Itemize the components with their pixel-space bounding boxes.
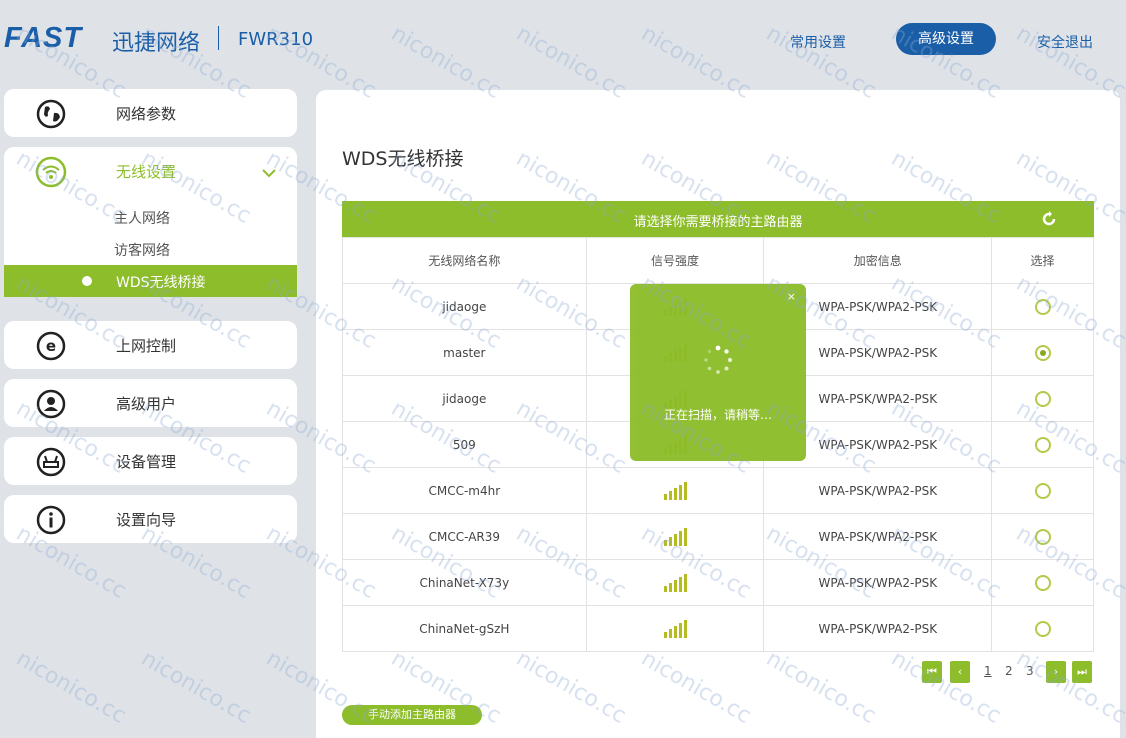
sidebar-item-label: 设置向导 [116, 511, 177, 529]
loading-dialog: × 正在扫描，请稍等… [630, 284, 806, 461]
page-title: WDS无线桥接 [342, 148, 464, 170]
router-icon [34, 445, 68, 479]
signal-cell [585, 559, 765, 606]
chevron-down-icon[interactable] [262, 163, 276, 182]
close-icon[interactable]: × [787, 290, 796, 303]
watermark-text: niconico.cc [136, 646, 256, 729]
select-cell [991, 467, 1094, 514]
select-radio[interactable] [1034, 298, 1051, 315]
ssid-cell: master [342, 329, 587, 376]
signal-strength-icon [663, 527, 687, 546]
select-radio[interactable] [1034, 528, 1051, 545]
sidebar-item-setup-wizard[interactable]: 设置向导 [4, 495, 297, 543]
encryption-cell: WPA-PSK/WPA2-PSK [763, 513, 993, 560]
last-page-button[interactable]: ⏭ [1072, 661, 1092, 683]
sidebar-item-network-params[interactable]: 网络参数 [4, 89, 297, 137]
ssid-cell: jidaoge [342, 283, 587, 330]
ssid-cell: ChinaNet-X73y [342, 559, 587, 606]
next-page-button[interactable]: › [1046, 661, 1066, 683]
brand-divider [218, 26, 219, 50]
select-radio[interactable] [1034, 620, 1051, 637]
ssid-cell: ChinaNet-gSzH [342, 605, 587, 652]
active-dot-icon [82, 276, 92, 286]
table-row[interactable]: CMCC-m4hr WPA-PSK/WPA2-PSK [342, 467, 1094, 514]
user-icon [34, 387, 68, 421]
sidebar-item-label: 高级用户 [116, 395, 177, 413]
sidebar-item-advanced-user[interactable]: 高级用户 [4, 379, 297, 427]
scan-prompt-bar: 请选择你需要桥接的主路由器 [342, 201, 1094, 237]
sidebar-item-label: 上网控制 [116, 337, 177, 355]
header-signal: 信号强度 [585, 237, 765, 284]
signal-strength-icon [663, 573, 687, 592]
sidebar-item-label: 设备管理 [116, 453, 177, 471]
manual-add-router-button[interactable]: 手动添加主路由器 [342, 705, 482, 725]
signal-strength-icon [663, 481, 687, 500]
select-cell [991, 329, 1094, 376]
nav-logout[interactable]: 安全退出 [1037, 32, 1093, 52]
encryption-cell: WPA-PSK/WPA2-PSK [763, 467, 993, 514]
loading-text: 正在扫描，请稍等… [663, 408, 772, 422]
watermark-text: niconico.cc [11, 646, 131, 729]
header-select: 选择 [991, 237, 1094, 284]
brand-name: 迅捷网络 [112, 31, 201, 56]
select-radio[interactable] [1034, 436, 1051, 453]
select-radio[interactable] [1034, 344, 1051, 361]
select-cell [991, 559, 1094, 606]
info-icon [34, 503, 68, 537]
select-cell [991, 375, 1094, 422]
sidebar-item-label: 网络参数 [116, 105, 177, 123]
spinner-icon [702, 344, 734, 380]
sidebar-item-label: 无线设置 [116, 163, 177, 181]
signal-cell [585, 467, 765, 514]
first-page-button[interactable]: ⏮ [922, 661, 942, 683]
ssid-cell: 509 [342, 421, 587, 468]
select-cell [991, 283, 1094, 330]
sidebar-item-internet-control[interactable]: e 上网控制 [4, 321, 297, 369]
sidebar-subitem-label: WDS无线桥接 [116, 275, 206, 291]
sidebar-subitem-wds[interactable]: WDS无线桥接 [4, 265, 297, 297]
ssid-cell: jidaoge [342, 375, 587, 422]
table-header-row: 无线网络名称 信号强度 加密信息 选择 [342, 237, 1094, 284]
model-name: FWR310 [238, 29, 314, 50]
encryption-cell: WPA-PSK/WPA2-PSK [763, 605, 993, 652]
table-row[interactable]: CMCC-AR39 WPA-PSK/WPA2-PSK [342, 513, 1094, 560]
select-radio[interactable] [1034, 390, 1051, 407]
select-cell [991, 421, 1094, 468]
sidebar-subitem-main-network[interactable]: 主人网络 [114, 208, 170, 228]
page-link-2[interactable]: 2 [1005, 664, 1013, 678]
prev-page-button[interactable]: ‹ [950, 661, 970, 683]
header-ssid: 无线网络名称 [342, 237, 587, 284]
scan-prompt-text: 请选择你需要桥接的主路由器 [633, 215, 803, 230]
wifi-icon [34, 155, 68, 189]
top-header: FAST 迅捷网络 FWR310 常用设置 高级设置 安全退出 [0, 0, 1126, 80]
sidebar-subitem-guest-network[interactable]: 访客网络 [114, 240, 170, 260]
table-row[interactable]: ChinaNet-gSzH WPA-PSK/WPA2-PSK [342, 605, 1094, 652]
ssid-cell: CMCC-m4hr [342, 467, 587, 514]
ssid-cell: CMCC-AR39 [342, 513, 587, 560]
signal-cell [585, 605, 765, 652]
table-row[interactable]: ChinaNet-X73y WPA-PSK/WPA2-PSK [342, 559, 1094, 606]
brand-logo: FAST [4, 22, 83, 54]
select-radio[interactable] [1034, 574, 1051, 591]
svg-text:e: e [46, 337, 56, 355]
signal-cell [585, 513, 765, 560]
signal-strength-icon [663, 619, 687, 638]
sidebar-item-wireless-settings[interactable]: 无线设置 [4, 147, 297, 195]
globe-icon [34, 97, 68, 131]
select-cell [991, 513, 1094, 560]
sidebar-item-device-management[interactable]: 设备管理 [4, 437, 297, 485]
encryption-cell: WPA-PSK/WPA2-PSK [763, 559, 993, 606]
nav-common-settings[interactable]: 常用设置 [790, 32, 846, 52]
select-cell [991, 605, 1094, 652]
page-link-3[interactable]: 3 [1026, 664, 1034, 678]
nav-advanced-settings[interactable]: 高级设置 [896, 23, 996, 55]
header-encryption: 加密信息 [763, 237, 993, 284]
page-link-1[interactable]: 1 [984, 664, 992, 678]
ie-icon: e [34, 329, 68, 363]
refresh-icon[interactable] [1040, 210, 1058, 232]
select-radio[interactable] [1034, 482, 1051, 499]
